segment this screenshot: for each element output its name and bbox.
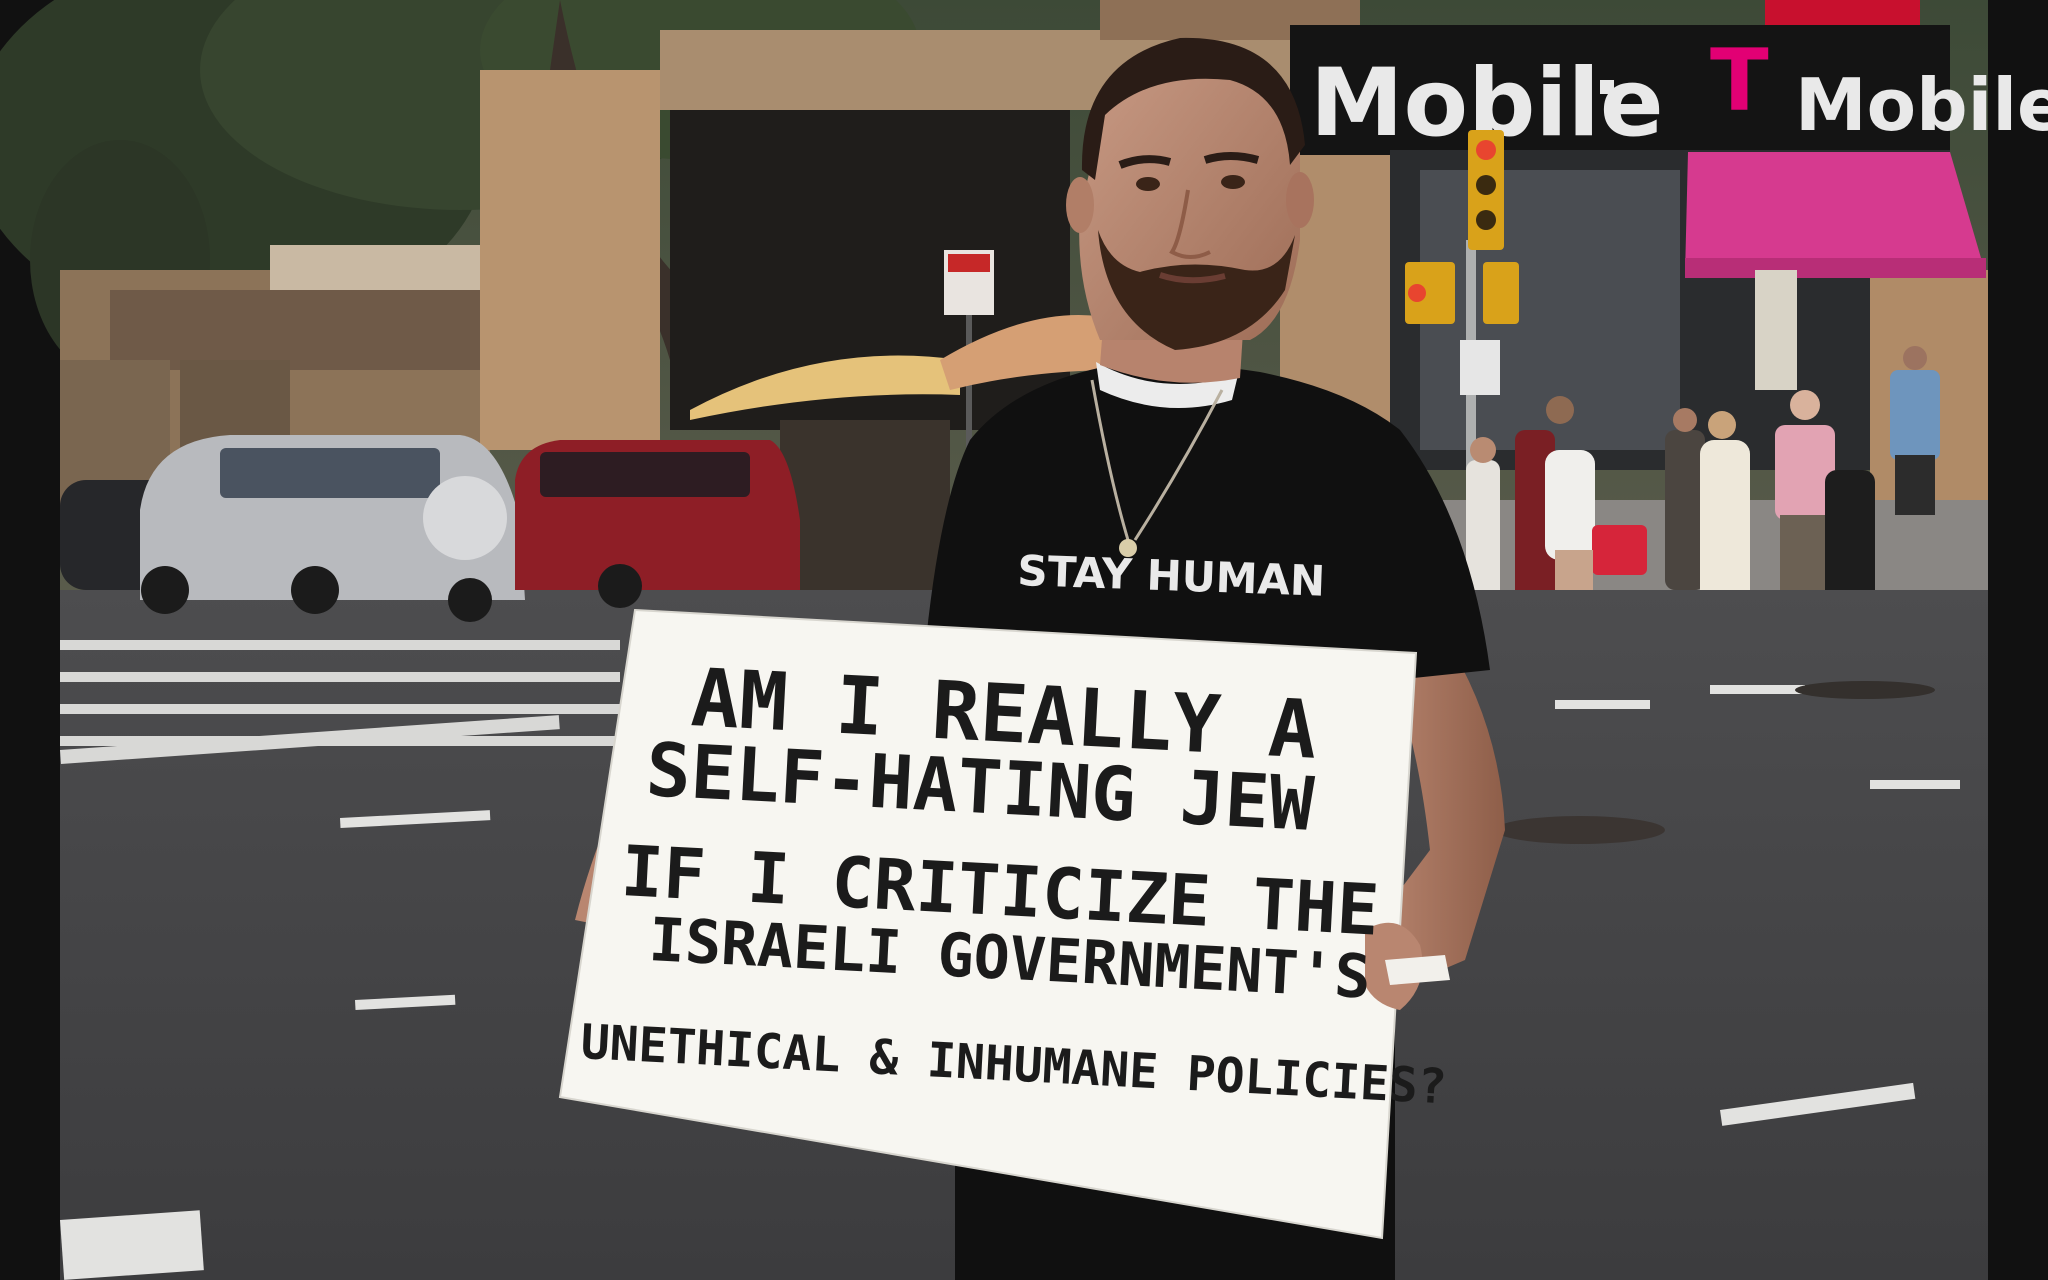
manhole <box>1495 816 1665 844</box>
silver-suv <box>140 435 525 622</box>
magenta-awning <box>1685 152 1986 275</box>
store-sign-t-letter: T <box>1710 31 1769 131</box>
photo-scene: Mobile T Mobile STAY HUMAN AM I REALLY A… <box>0 0 2048 1280</box>
manhole <box>1795 681 1935 699</box>
right-letterbox <box>1988 0 2048 1280</box>
store-sign-right-text: Mobile <box>1795 63 2048 147</box>
store-sign-dot <box>1600 80 1614 94</box>
red-suv <box>515 440 800 608</box>
window-poster <box>1755 270 1797 390</box>
